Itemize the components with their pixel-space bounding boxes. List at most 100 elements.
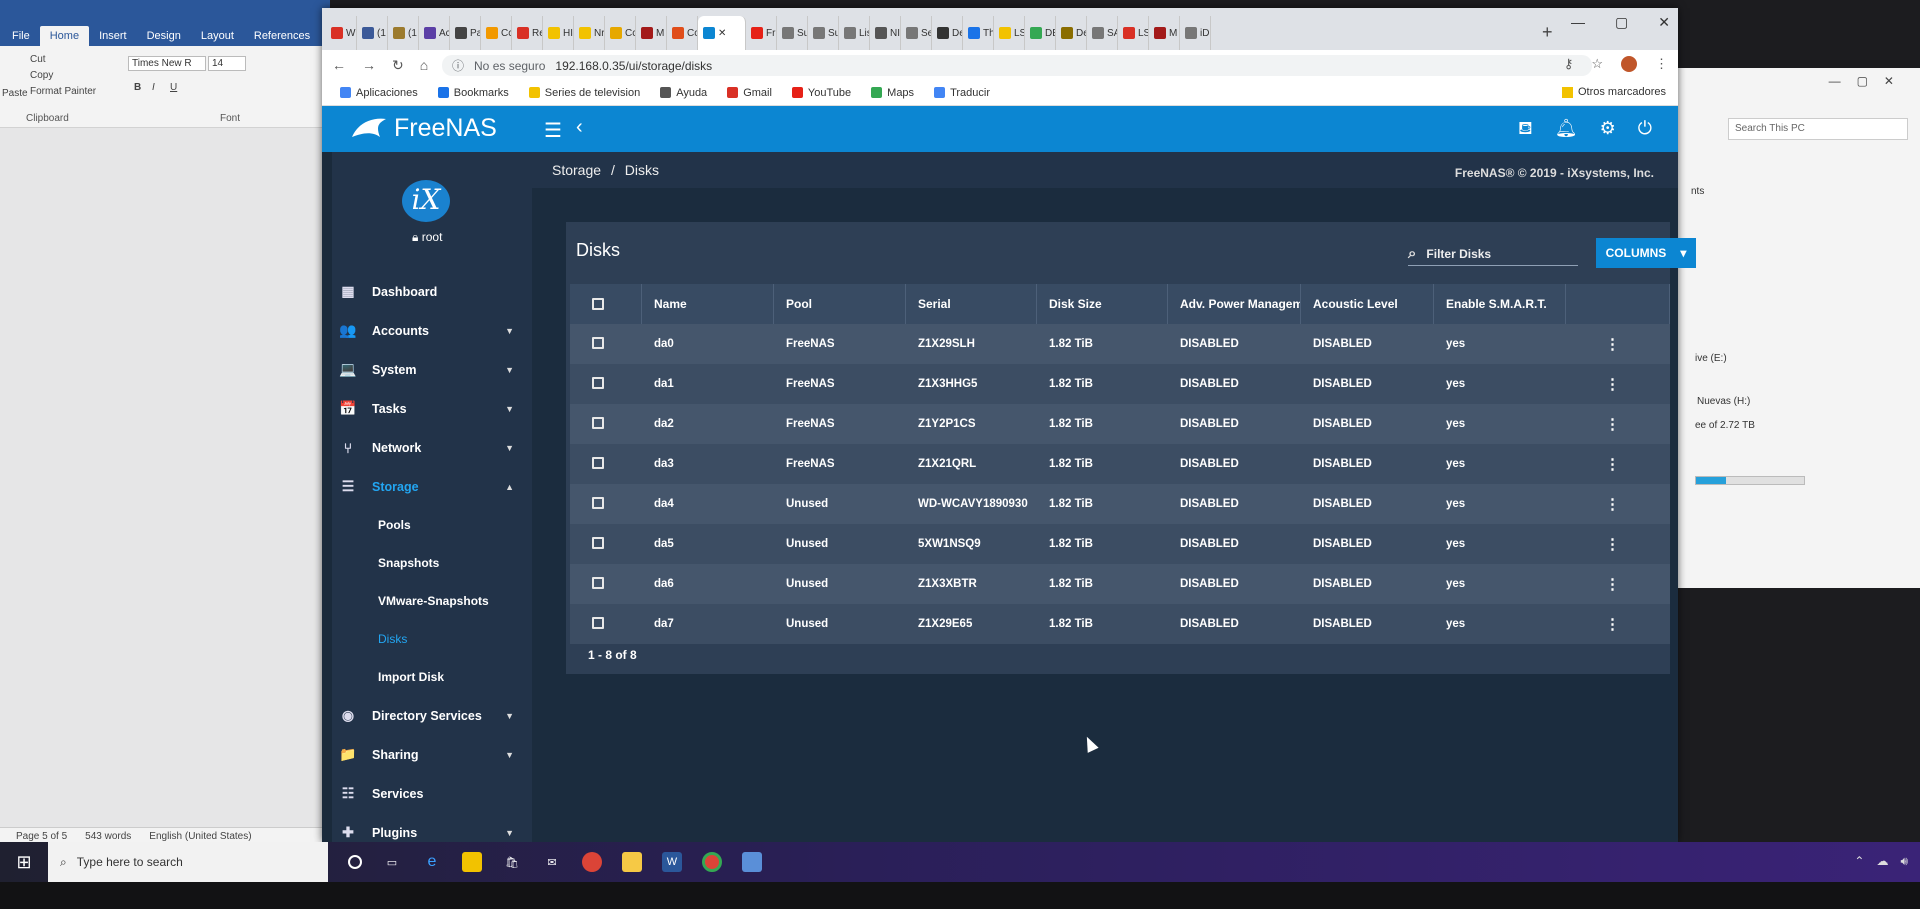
task-view-icon[interactable]: ▭ bbox=[382, 852, 402, 872]
word-icon[interactable]: W bbox=[662, 852, 682, 872]
browser-tab[interactable]: M bbox=[636, 16, 667, 50]
chrome-active-icon[interactable] bbox=[702, 852, 722, 872]
bold-button[interactable]: B bbox=[134, 82, 141, 93]
drive-h-label[interactable]: Nuevas (H:) bbox=[1697, 396, 1750, 407]
bookmark-item[interactable]: YouTube bbox=[791, 87, 851, 99]
breadcrumb-storage[interactable]: Storage bbox=[552, 162, 601, 178]
bookmark-item[interactable]: Bookmarks bbox=[437, 87, 509, 99]
windows-start-icon[interactable]: ⊞ bbox=[0, 852, 48, 873]
browser-tab[interactable]: M bbox=[1149, 16, 1180, 50]
other-bookmarks[interactable]: Otros marcadores bbox=[1561, 86, 1666, 98]
column-header[interactable]: Acoustic Level bbox=[1301, 284, 1434, 324]
drive-e-label[interactable]: ive (E:) bbox=[1695, 353, 1727, 364]
browser-tab[interactable]: Cc bbox=[605, 16, 636, 50]
bookmark-item[interactable]: Gmail bbox=[727, 87, 772, 99]
browser-tab[interactable]: Se bbox=[901, 16, 932, 50]
hamburger-menu-icon[interactable]: ☰ bbox=[544, 118, 562, 143]
chrome-icon[interactable] bbox=[582, 852, 602, 872]
explorer-search-input[interactable]: Search This PC bbox=[1728, 118, 1908, 140]
row-actions-menu-icon[interactable]: ⋮ bbox=[1566, 495, 1670, 513]
minimize-button[interactable]: — bbox=[1571, 14, 1585, 31]
sidebar-subitem-disks[interactable]: Disks bbox=[332, 620, 532, 658]
row-checkbox[interactable] bbox=[592, 496, 604, 509]
browser-tab[interactable]: Fri bbox=[746, 16, 777, 50]
browser-tab[interactable]: De bbox=[932, 16, 963, 50]
browser-tab[interactable]: Lis bbox=[839, 16, 870, 50]
browser-tab[interactable]: Cc bbox=[667, 16, 698, 50]
sidebar-subitem-pools[interactable]: Pools bbox=[332, 506, 532, 544]
row-checkbox[interactable] bbox=[592, 456, 604, 469]
close-window-button[interactable]: ✕ bbox=[1658, 14, 1670, 31]
browser-tab[interactable]: Th bbox=[963, 16, 994, 50]
info-icon[interactable]: ⓘ bbox=[452, 57, 464, 74]
row-checkbox[interactable] bbox=[592, 536, 604, 549]
star-icon[interactable]: ☆ bbox=[1591, 56, 1603, 72]
browser-tab[interactable]: iD bbox=[1180, 16, 1211, 50]
format-painter-button[interactable]: Format Painter bbox=[30, 86, 96, 97]
more-menu-icon[interactable]: ⋮ bbox=[1655, 56, 1668, 72]
sticky-notes-icon[interactable] bbox=[622, 852, 642, 872]
table-row[interactable]: da2 FreeNAS Z1Y2P1CS 1.82 TiB DISABLED DISABL… bbox=[570, 404, 1670, 444]
column-header[interactable]: Disk Size bbox=[1037, 284, 1168, 324]
table-row[interactable]: da4 Unused WD-WCAVY1890930 1.82 TiB DISABLED… bbox=[570, 484, 1670, 524]
underline-button[interactable]: U bbox=[170, 82, 177, 93]
column-header[interactable]: Pool bbox=[774, 284, 906, 324]
column-header[interactable]: Adv. Power Management bbox=[1168, 284, 1301, 324]
current-user[interactable]: 🔒︎ root bbox=[412, 230, 442, 245]
word-tab[interactable]: References bbox=[244, 26, 320, 46]
freenas-logo[interactable]: FreeNAS bbox=[350, 114, 497, 143]
paste-button[interactable]: Paste bbox=[2, 88, 28, 99]
browser-tab[interactable]: (1 bbox=[357, 16, 388, 50]
word-tab[interactable]: Design bbox=[137, 26, 191, 46]
sidebar-item-dashboard[interactable]: ▦ Dashboard bbox=[332, 272, 532, 311]
table-row[interactable]: da1 FreeNAS Z1X3HHG5 1.82 TiB DISABLED DISABL… bbox=[570, 364, 1670, 404]
row-actions-menu-icon[interactable]: ⋮ bbox=[1566, 335, 1670, 353]
table-row[interactable]: da7 Unused Z1X29E65 1.82 TiB DISABLED DISABLE… bbox=[570, 604, 1670, 644]
sidebar-item-network[interactable]: ⑂ Network ▼ bbox=[332, 428, 532, 467]
row-checkbox[interactable] bbox=[592, 336, 604, 349]
column-header[interactable]: Enable S.M.A.R.T. bbox=[1434, 284, 1566, 324]
browser-tab[interactable]: Cc bbox=[481, 16, 512, 50]
store-icon[interactable]: 🛍︎ bbox=[502, 852, 522, 872]
close-tab-icon[interactable]: ✕ bbox=[718, 28, 726, 39]
sidebar-item-services[interactable]: ☷ Services bbox=[332, 774, 532, 813]
font-name-select[interactable]: Times New R bbox=[128, 56, 206, 71]
remote-desktop-icon[interactable] bbox=[742, 852, 762, 872]
browser-tab[interactable]: (1 bbox=[388, 16, 419, 50]
home-icon[interactable]: ⌂ bbox=[420, 57, 428, 73]
bookmark-item[interactable]: Aplicaciones bbox=[340, 87, 418, 99]
browser-tab[interactable]: LS bbox=[1118, 16, 1149, 50]
browser-tab[interactable]: Re bbox=[512, 16, 543, 50]
key-icon[interactable]: ⚷ bbox=[1564, 56, 1574, 72]
sidebar-item-storage[interactable]: ☰ Storage ▲ bbox=[332, 467, 532, 506]
mail-icon[interactable]: ✉ bbox=[542, 852, 562, 872]
sidebar-subitem-import-disk[interactable]: Import Disk bbox=[332, 658, 532, 696]
sidebar-item-sharing[interactable]: 📁 Sharing ▼ bbox=[332, 735, 532, 774]
italic-button[interactable]: I bbox=[152, 82, 155, 93]
browser-tab[interactable]: HI bbox=[543, 16, 574, 50]
browser-tab-active[interactable]: ✕ bbox=[698, 16, 746, 50]
word-tab[interactable]: Insert bbox=[89, 26, 137, 46]
browser-tab[interactable]: Su bbox=[777, 16, 808, 50]
row-actions-menu-icon[interactable]: ⋮ bbox=[1566, 415, 1670, 433]
network-icon[interactable]: ☁ bbox=[1876, 854, 1888, 869]
table-row[interactable]: da6 Unused Z1X3XBTR 1.82 TiB DISABLED DISABLE… bbox=[570, 564, 1670, 604]
row-actions-menu-icon[interactable]: ⋮ bbox=[1566, 615, 1670, 633]
forward-arrow-icon[interactable]: → bbox=[362, 57, 376, 73]
collapse-sidebar-icon[interactable]: ‹ bbox=[576, 116, 583, 139]
word-document-area[interactable] bbox=[0, 128, 330, 828]
back-arrow-icon[interactable]: ← bbox=[332, 57, 346, 73]
select-all-checkbox[interactable] bbox=[592, 298, 604, 310]
sidebar-subitem-vmware-snapshots[interactable]: VMware-Snapshots bbox=[332, 582, 532, 620]
volume-icon[interactable]: 🔊︎ bbox=[1900, 854, 1908, 869]
copy-button[interactable]: Copy bbox=[30, 70, 53, 81]
sidebar-item-accounts[interactable]: 👥 Accounts ▼ bbox=[332, 311, 532, 350]
row-actions-menu-icon[interactable]: ⋮ bbox=[1566, 575, 1670, 593]
taskbar-search[interactable]: ⌕ Type here to search bbox=[48, 842, 328, 882]
browser-tab[interactable]: Su bbox=[808, 16, 839, 50]
cut-button[interactable]: Cut bbox=[30, 54, 46, 65]
row-actions-menu-icon[interactable]: ⋮ bbox=[1566, 375, 1670, 393]
word-tab[interactable]: File bbox=[2, 26, 40, 46]
table-row[interactable]: da0 FreeNAS Z1X29SLH 1.82 TiB DISABLED DISABL… bbox=[570, 324, 1670, 364]
browser-tab[interactable]: NI bbox=[870, 16, 901, 50]
